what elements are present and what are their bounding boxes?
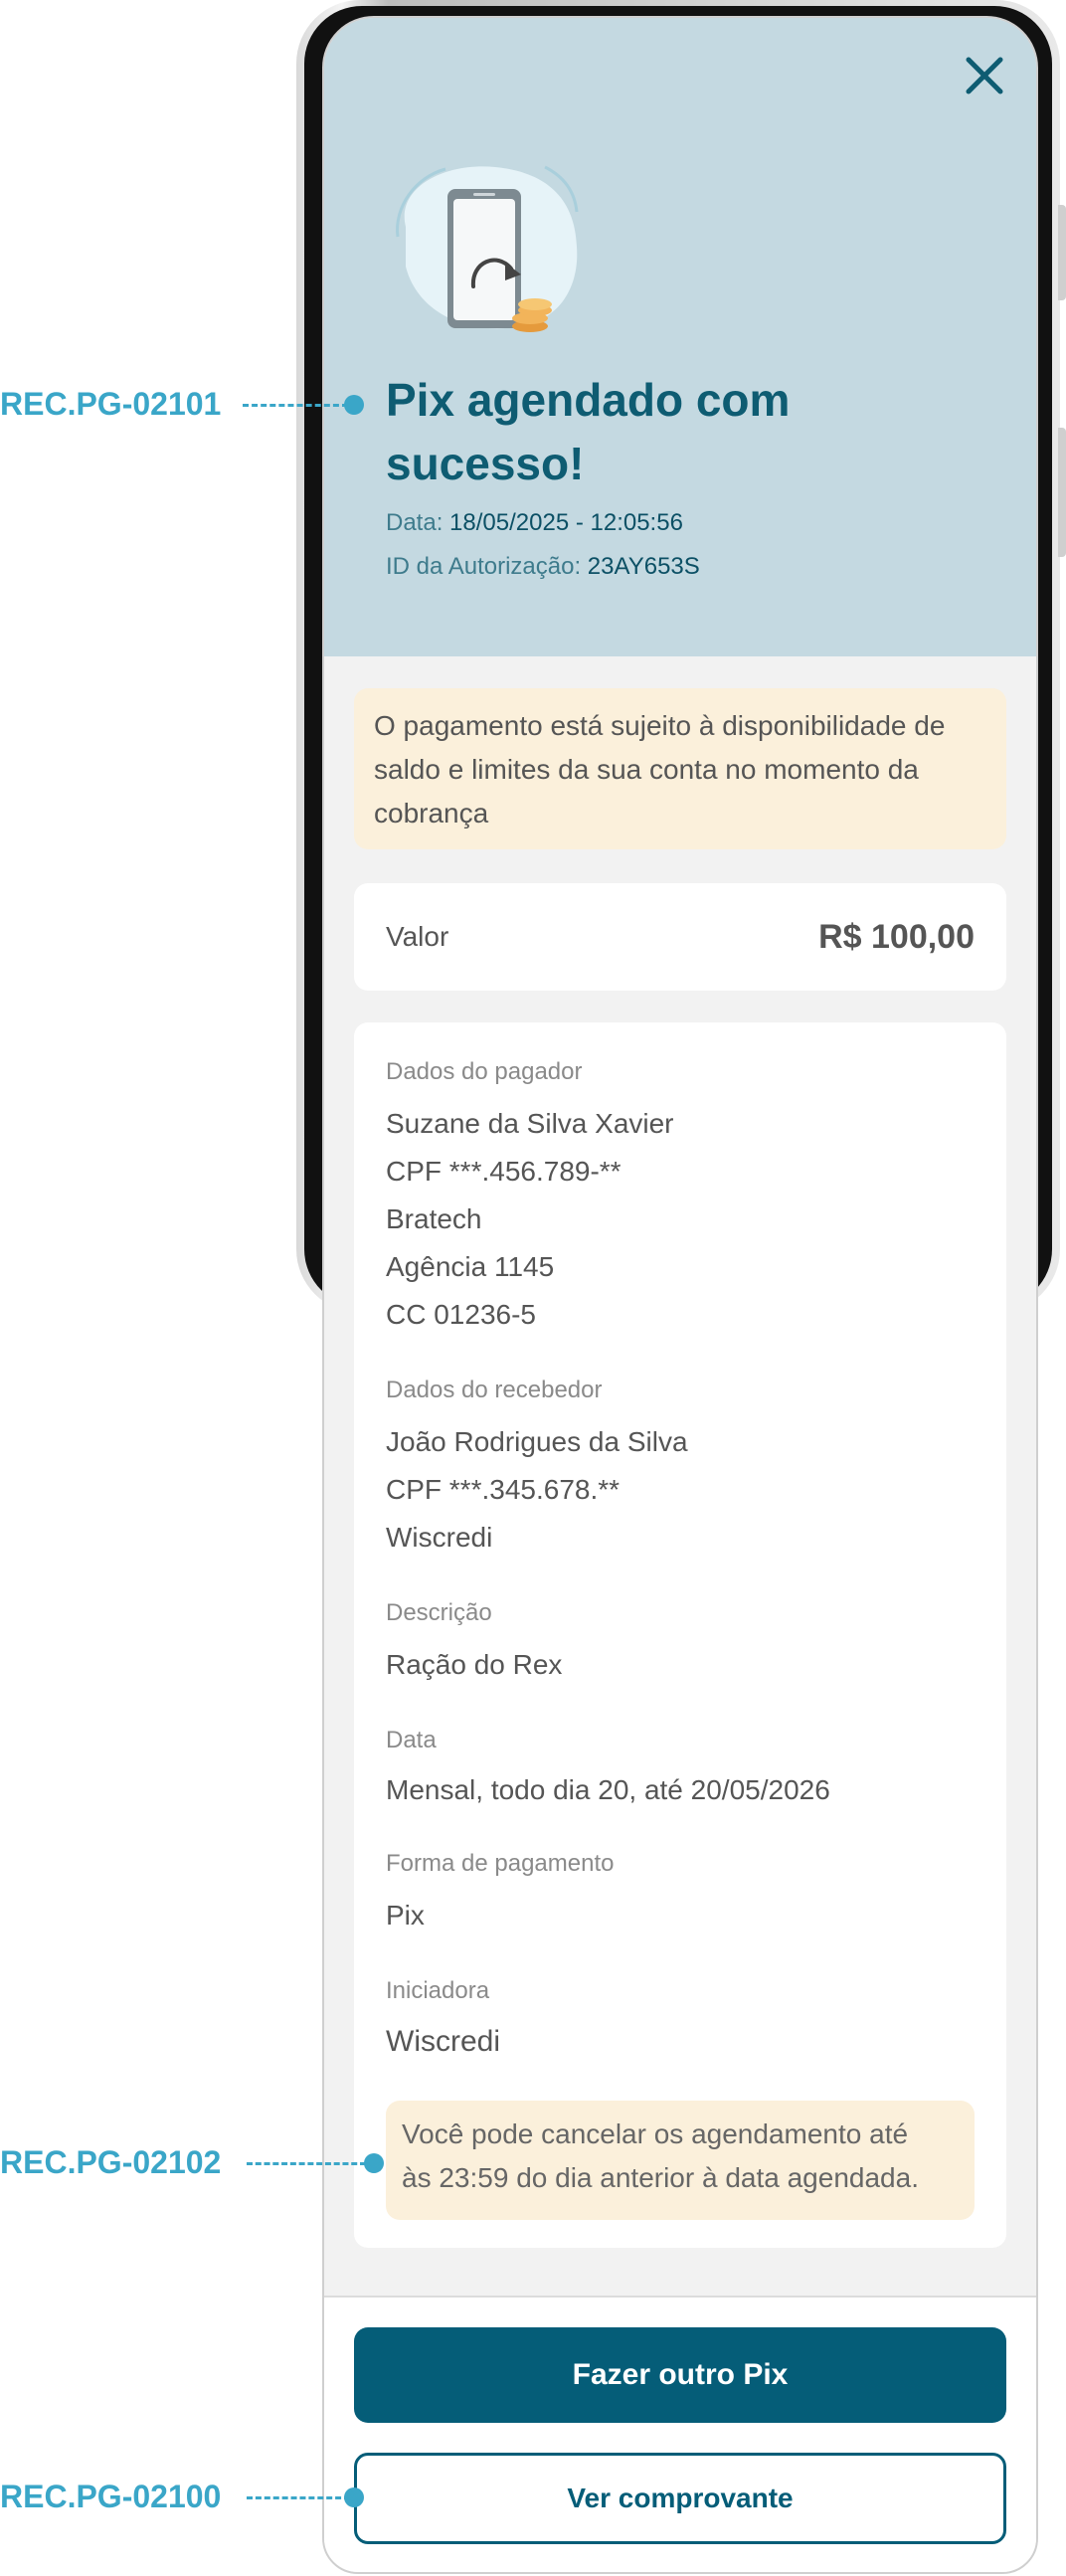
receiver-bank: Wiscredi <box>386 1522 493 1553</box>
authorization-value: 23AY653S <box>587 553 700 580</box>
description-value: Ração do Rex <box>386 1649 563 1680</box>
close-icon <box>966 57 1003 94</box>
annotation-label: REC.PG-02100 <box>0 2479 222 2514</box>
authorization-label: ID da Autorização: <box>386 553 582 580</box>
payer-account: CC 01236-5 <box>386 1299 536 1330</box>
notice-line: O pagamento está sujeito à disponibilida… <box>374 710 946 741</box>
payer-agency: Agência 1145 <box>386 1251 555 1282</box>
payment-method-label: Forma de pagamento <box>386 1850 615 1877</box>
schedule-value: Mensal, todo dia 20, até 20/05/2026 <box>386 1774 830 1805</box>
annotation-leader <box>247 2162 366 2165</box>
payer-cpf: CPF ***.456.789-** <box>386 1156 622 1187</box>
phone-side-button <box>1058 428 1066 557</box>
annotation-label: REC.PG-02102 <box>0 2144 222 2180</box>
value-card: Valor R$ 100,00 <box>354 883 1006 991</box>
annotation-dot <box>344 2487 364 2507</box>
value-amount: R$ 100,00 <box>818 917 975 956</box>
date-label: Data: <box>386 509 444 536</box>
receiver-section-label: Dados do recebedor <box>386 1377 603 1403</box>
view-receipt-button[interactable]: Ver comprovante <box>354 2453 1006 2544</box>
new-pix-button[interactable]: Fazer outro Pix <box>354 2327 1006 2423</box>
title-line: sucesso! <box>386 438 585 489</box>
warning-line: às 23:59 do dia anterior à data agendada… <box>402 2162 919 2193</box>
cancel-warning: Você pode cancelar os agendamento até às… <box>386 2101 975 2220</box>
initiator-label: Iniciadora <box>386 1977 490 2004</box>
title-line: Pix agendado com <box>386 374 791 426</box>
page-title: Pix agendado com sucesso! <box>386 368 943 495</box>
schedule-label: Data <box>386 1727 437 1753</box>
notice-line: cobrança <box>374 798 489 828</box>
annotation-label: REC.PG-02101 <box>0 386 222 422</box>
value-label: Valor <box>386 921 449 952</box>
receiver-cpf: CPF ***.345.678.** <box>386 1474 621 1505</box>
balance-notice: O pagamento está sujeito à disponibilida… <box>354 688 1006 849</box>
annotation-leader <box>247 2496 350 2499</box>
payer-name: Suzane da Silva Xavier <box>386 1108 674 1139</box>
authorization-row: ID da Autorização: 23AY653S <box>386 553 700 581</box>
receiver-name: João Rodrigues da Silva <box>386 1426 688 1457</box>
phone-transfer-coins-illustration <box>396 165 579 332</box>
payer-bank: Bratech <box>386 1203 482 1234</box>
annotation-leader <box>243 404 348 407</box>
payer-section-label: Dados do pagador <box>386 1058 583 1085</box>
initiator-value: Wiscredi <box>386 2025 501 2058</box>
notice-line: saldo e limites da sua conta no momento … <box>374 754 919 785</box>
close-button[interactable] <box>957 48 1012 103</box>
success-header: Pix agendado com sucesso! Data: 18/05/20… <box>324 18 1036 656</box>
app-screen: Pix agendado com sucesso! Data: 18/05/20… <box>322 16 1038 2574</box>
warning-line: Você pode cancelar os agendamento até <box>402 2118 909 2149</box>
annotation-dot <box>344 395 364 415</box>
annotation-dot <box>364 2153 384 2173</box>
payment-method-value: Pix <box>386 1900 425 1931</box>
phone-side-button <box>1058 205 1066 300</box>
date-row: Data: 18/05/2025 - 12:05:56 <box>386 509 683 537</box>
description-label: Descrição <box>386 1599 492 1626</box>
date-value: 18/05/2025 - 12:05:56 <box>449 509 683 536</box>
